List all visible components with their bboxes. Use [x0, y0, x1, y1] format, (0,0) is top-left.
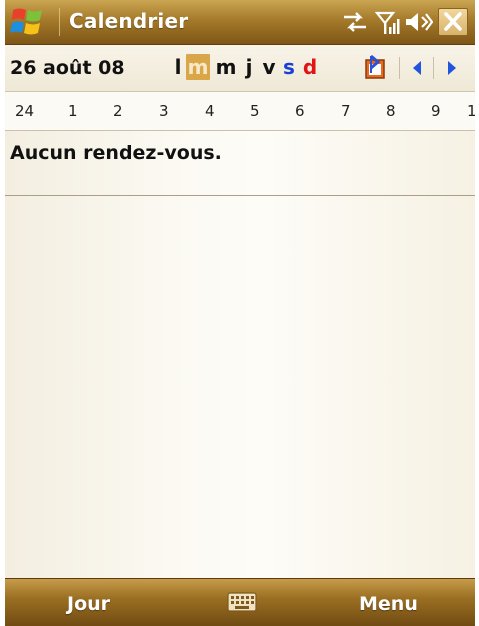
weekday-wednesday[interactable]: m: [215, 54, 237, 80]
weekday-thursday[interactable]: j: [241, 54, 257, 80]
hour-label: 4: [205, 102, 215, 120]
keyboard-icon[interactable]: [227, 591, 257, 613]
close-icon: [444, 12, 462, 31]
date-header: 26 août 08 l m m j v s d: [5, 45, 475, 92]
title-bar: Calendrier: [5, 0, 475, 45]
next-arrow-icon[interactable]: [445, 58, 459, 82]
volume-icon[interactable]: [403, 10, 434, 38]
close-button[interactable]: [438, 8, 468, 36]
hour-label: 6: [295, 102, 305, 120]
no-appointments-message: Aucun rendez-vous.: [10, 142, 222, 164]
day-softkey[interactable]: Jour: [67, 593, 110, 615]
hour-label: 5: [250, 102, 260, 120]
hour-label: 1: [68, 102, 78, 120]
nav-separator: [433, 57, 434, 79]
weekday-friday[interactable]: v: [261, 54, 277, 80]
windows-start-icon[interactable]: [9, 4, 49, 40]
title-divider: [59, 8, 60, 36]
weekday-sunday[interactable]: d: [301, 54, 319, 80]
nav-separator: [399, 57, 400, 79]
content-divider: [5, 195, 475, 196]
calendar-screen: Calendrier 26 août 08 l m m j v s d 24 1…: [5, 0, 475, 626]
app-title: Calendrier: [69, 9, 189, 33]
hour-label: 9: [431, 102, 441, 120]
menu-softkey[interactable]: Menu: [359, 593, 418, 615]
hour-label: 3: [159, 102, 169, 120]
hour-label: 8: [386, 102, 396, 120]
weekday-monday[interactable]: l: [169, 54, 187, 80]
go-to-today-icon[interactable]: [361, 53, 389, 87]
hour-scale: 24 1 2 3 4 5 6 7 8 9 1: [5, 92, 475, 131]
hour-label: 7: [341, 102, 351, 120]
connectivity-icon[interactable]: [340, 10, 370, 38]
current-date[interactable]: 26 août 08: [10, 57, 125, 79]
weekday-tuesday-selected[interactable]: m: [186, 54, 210, 80]
hour-label: 24: [15, 102, 35, 120]
hour-label: 1: [467, 102, 475, 120]
hour-label: 2: [113, 102, 123, 120]
previous-arrow-icon[interactable]: [410, 58, 424, 82]
signal-strength-icon[interactable]: [374, 10, 401, 40]
weekday-saturday[interactable]: s: [281, 54, 297, 80]
softkey-bar: Jour Menu: [5, 578, 475, 626]
